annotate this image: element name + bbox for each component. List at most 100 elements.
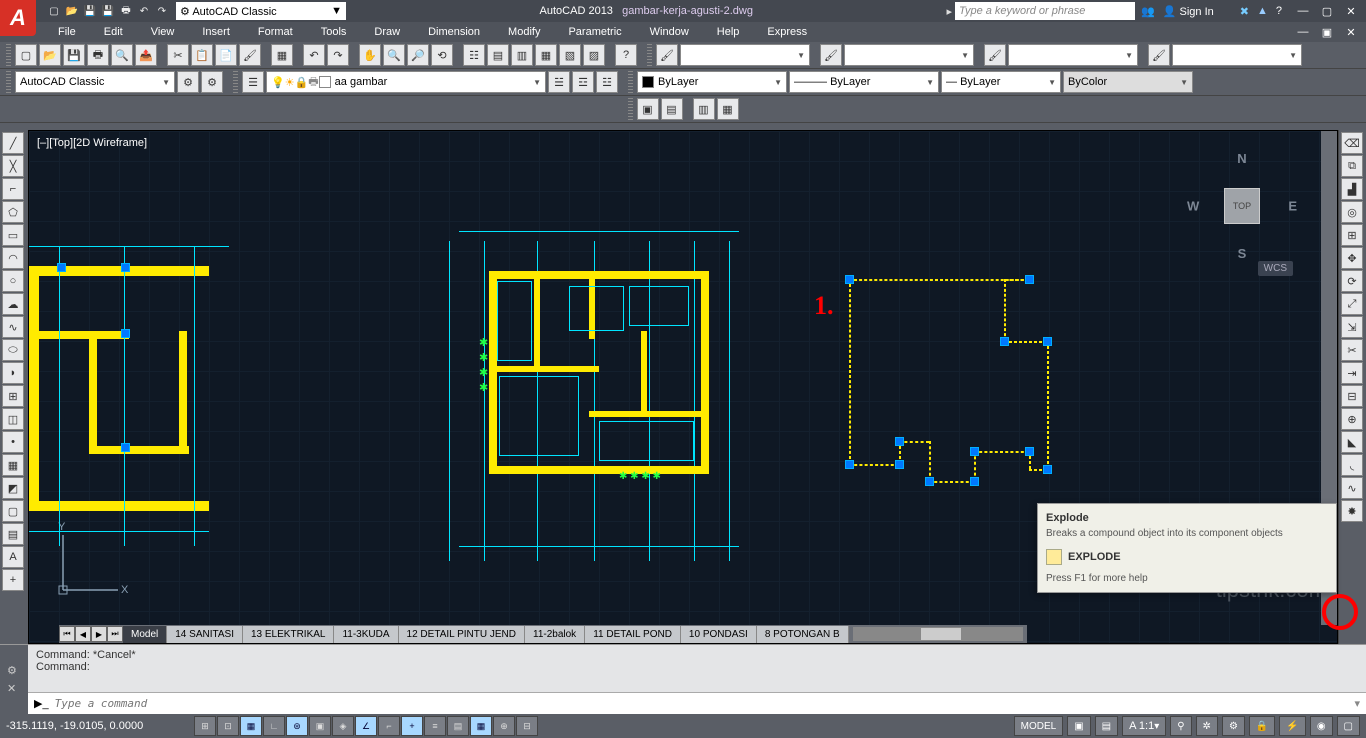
osnap-toggle[interactable]: ▣: [309, 716, 331, 736]
save-icon[interactable]: 💾: [82, 3, 98, 19]
help-button2[interactable]: ?: [615, 44, 637, 66]
lwt-toggle[interactable]: ≡: [424, 716, 446, 736]
hardware-accel[interactable]: ⚡: [1279, 716, 1305, 736]
menu-window[interactable]: Window: [636, 22, 703, 42]
tab-next[interactable]: ▶: [91, 626, 107, 642]
explode-tool[interactable]: ✸: [1341, 500, 1363, 522]
clean-screen[interactable]: ▢: [1337, 716, 1360, 736]
menu-parametric[interactable]: Parametric: [554, 22, 635, 42]
layout-tab[interactable]: 10 PONDASI: [681, 626, 757, 643]
table-tool[interactable]: ▤: [2, 523, 24, 545]
addselected-tool[interactable]: +: [2, 569, 24, 591]
line-tool[interactable]: ╱: [2, 132, 24, 154]
copy-tool[interactable]: ⧉: [1341, 155, 1363, 177]
block-tool[interactable]: ◫: [2, 408, 24, 430]
quickview-drawings[interactable]: ▤: [1095, 716, 1118, 736]
toolbar-lock[interactable]: 🔒: [1249, 716, 1275, 736]
menu-tools[interactable]: Tools: [307, 22, 361, 42]
textstyle-dropdown[interactable]: ▼: [680, 44, 810, 66]
plot-button[interactable]: 🖶: [87, 44, 109, 66]
blend-tool[interactable]: ∿: [1341, 477, 1363, 499]
mtext-tool[interactable]: A: [2, 546, 24, 568]
refedit-button[interactable]: ▣: [637, 98, 659, 120]
hscrollbar[interactable]: [853, 627, 1023, 641]
command-handle[interactable]: ⚙✕: [0, 645, 28, 714]
qnew-button[interactable]: ▢: [15, 44, 37, 66]
publish-button[interactable]: 📤: [135, 44, 157, 66]
scale-tool[interactable]: ⤢: [1341, 293, 1363, 315]
help-icon[interactable]: ?: [1276, 5, 1282, 17]
menu-draw[interactable]: Draw: [360, 22, 414, 42]
quickcalc-button[interactable]: ▨: [583, 44, 605, 66]
workspace-dropdown2[interactable]: AutoCAD Classic▼: [15, 71, 175, 93]
extend-tool[interactable]: ⇥: [1341, 362, 1363, 384]
rotate-tool[interactable]: ⟳: [1341, 270, 1363, 292]
chamfer-tool[interactable]: ◣: [1341, 431, 1363, 453]
style-brush[interactable]: 🖌: [656, 44, 678, 66]
layout-tab-model[interactable]: Model: [123, 626, 167, 643]
layout-tab[interactable]: 13 ELEKTRIKAL: [243, 626, 334, 643]
command-input[interactable]: [55, 697, 1349, 710]
tpy-toggle[interactable]: ▤: [447, 716, 469, 736]
snap-toggle[interactable]: ⊡: [217, 716, 239, 736]
command-recent[interactable]: ▾: [1354, 697, 1360, 710]
exchange-icon[interactable]: ✖: [1240, 5, 1249, 18]
layout-tab[interactable]: 11 DETAIL POND: [585, 626, 681, 643]
blockeditor-button[interactable]: ▦: [271, 44, 293, 66]
maximize-button[interactable]: ▢: [1316, 3, 1338, 19]
dimstyle-dropdown[interactable]: ▼: [844, 44, 974, 66]
menu-help[interactable]: Help: [703, 22, 754, 42]
plot-icon[interactable]: 🖶: [118, 3, 134, 19]
trim-tool[interactable]: ✂: [1341, 339, 1363, 361]
command-window[interactable]: ⚙✕ Command: *Cancel* Command: ▶_ ▾: [0, 644, 1366, 714]
viewport-controls[interactable]: [–][Top][2D Wireframe]: [37, 137, 147, 149]
ellipse-tool[interactable]: ⬭: [2, 339, 24, 361]
tablestyle-brush[interactable]: 🖌: [984, 44, 1006, 66]
layout-tab[interactable]: 14 SANITASI: [167, 626, 243, 643]
layout-tab[interactable]: 11-2balok: [525, 626, 585, 643]
region-tool[interactable]: ▢: [2, 500, 24, 522]
menu-insert[interactable]: Insert: [188, 22, 244, 42]
ws-switch[interactable]: ⚙: [1222, 716, 1245, 736]
mirror-tool[interactable]: ▟: [1341, 178, 1363, 200]
annoauto-toggle[interactable]: ✲: [1196, 716, 1218, 736]
linetype-dropdown[interactable]: ——— ByLayer▼: [789, 71, 939, 93]
infocenter-search[interactable]: Type a keyword or phrase: [955, 2, 1135, 20]
matchprop-button[interactable]: 🖌: [239, 44, 261, 66]
toolpalette-button[interactable]: ▥: [511, 44, 533, 66]
open-button[interactable]: 📂: [39, 44, 61, 66]
ortho-toggle[interactable]: ∟: [263, 716, 285, 736]
save-button[interactable]: 💾: [63, 44, 85, 66]
menu-dimension[interactable]: Dimension: [414, 22, 494, 42]
qp-toggle[interactable]: ▦: [470, 716, 492, 736]
menu-format[interactable]: Format: [244, 22, 307, 42]
signin-button[interactable]: 👤 Sign In: [1163, 5, 1214, 18]
close-button[interactable]: ✕: [1340, 3, 1362, 19]
menu-express[interactable]: Express: [753, 22, 821, 42]
plotpreview-button[interactable]: 🔍: [111, 44, 133, 66]
ducs-toggle[interactable]: ⌐: [378, 716, 400, 736]
workspace-settings[interactable]: ⚙: [177, 71, 199, 93]
saveas-icon[interactable]: 💾: [100, 3, 116, 19]
refset-add[interactable]: ▤: [661, 98, 683, 120]
cut-button[interactable]: ✂: [167, 44, 189, 66]
tab-prev[interactable]: ◀: [75, 626, 91, 642]
am-toggle[interactable]: ⊟: [516, 716, 538, 736]
spline-tool[interactable]: ∿: [2, 316, 24, 338]
polar-toggle[interactable]: ⊛: [286, 716, 308, 736]
viewcube[interactable]: N S W E TOP: [1187, 151, 1297, 261]
grid-toggle[interactable]: ▦: [240, 716, 262, 736]
sheetset-button[interactable]: ▦: [535, 44, 557, 66]
menu-view[interactable]: View: [137, 22, 189, 42]
undo-icon[interactable]: ↶: [136, 3, 152, 19]
insert-tool[interactable]: ⊞: [2, 385, 24, 407]
sc-toggle[interactable]: ⊕: [493, 716, 515, 736]
layer-dropdown[interactable]: 💡☀🔒🖶aa gambar ▼: [266, 71, 546, 93]
layer-props[interactable]: ☰: [242, 71, 264, 93]
properties-button[interactable]: ☷: [463, 44, 485, 66]
refclose-save[interactable]: ▦: [717, 98, 739, 120]
workspace-dropdown[interactable]: ⚙ AutoCAD Classic ▼: [176, 2, 346, 20]
mlstyle-dropdown[interactable]: ▼: [1172, 44, 1302, 66]
array-tool[interactable]: ⊞: [1341, 224, 1363, 246]
mdi-restore[interactable]: ▣: [1316, 24, 1338, 40]
